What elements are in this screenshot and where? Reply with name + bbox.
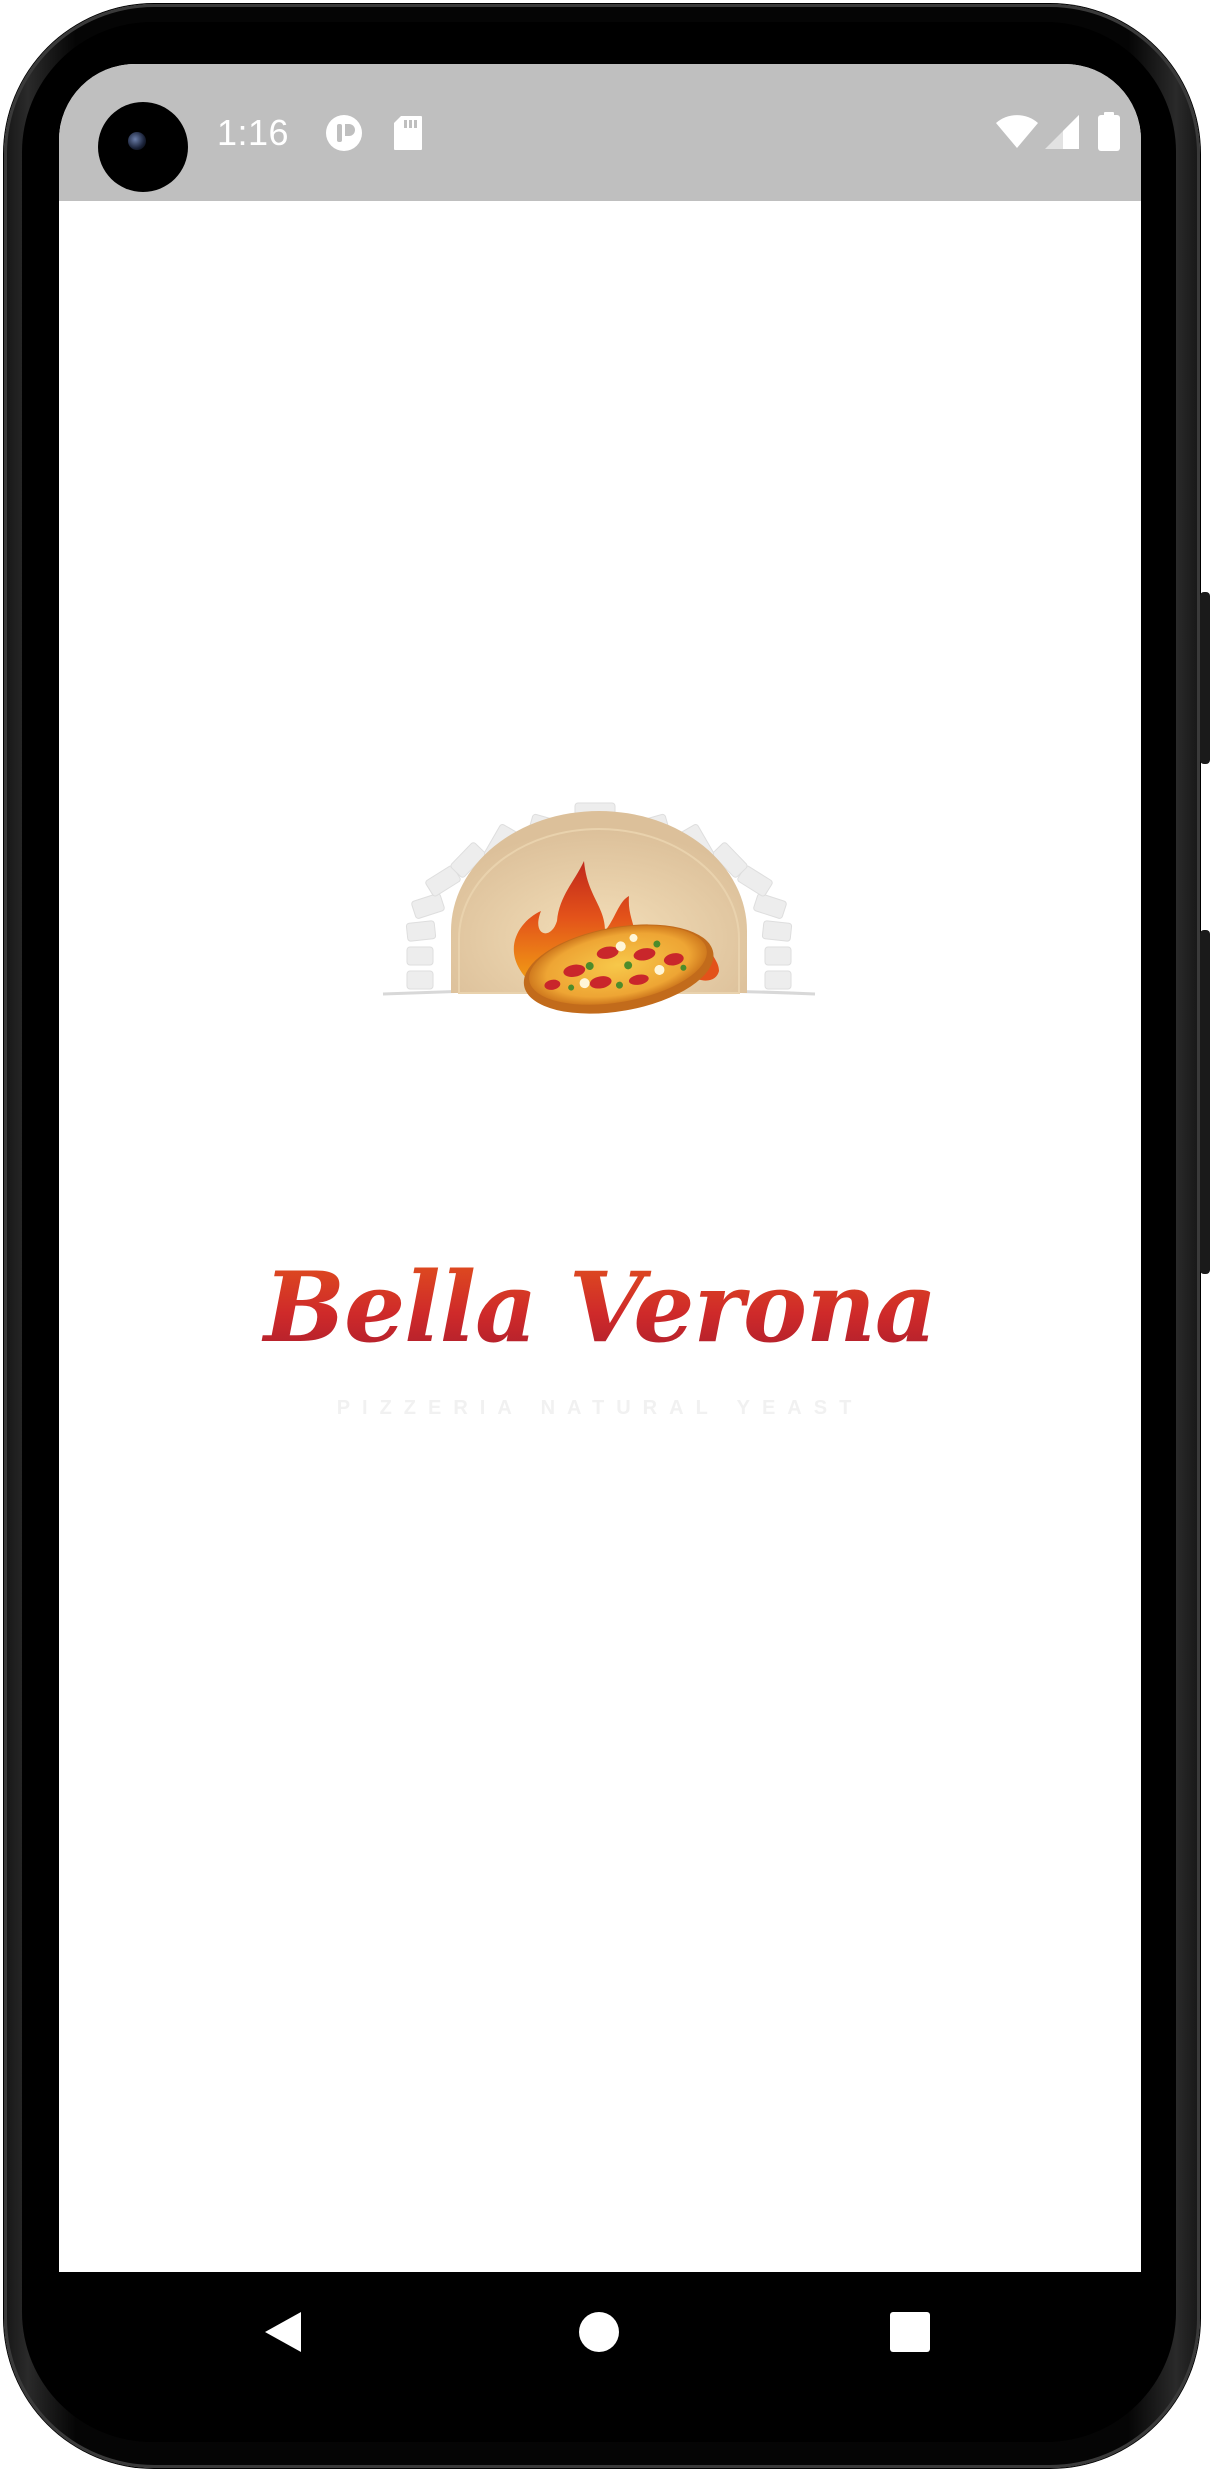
sd-card-icon xyxy=(393,115,423,156)
back-button[interactable] xyxy=(243,2294,323,2374)
front-camera xyxy=(98,102,188,192)
brand-tagline: PIZZERIA NATURAL YEAST xyxy=(336,1397,864,1419)
home-circle-icon xyxy=(578,2311,620,2358)
wifi-icon xyxy=(995,114,1039,155)
back-triangle-icon xyxy=(263,2310,303,2359)
cellular-signal-icon xyxy=(1043,114,1081,155)
brand-name: Bella Verona xyxy=(59,1251,1141,1364)
recents-square-icon xyxy=(889,2311,931,2358)
recents-button[interactable] xyxy=(870,2294,950,2374)
volume-button xyxy=(1200,930,1210,1274)
device-screenshot: 1:16 Bella Verona PIZZERIA NATURAL YEAST xyxy=(0,0,1211,2474)
notification-app-icon xyxy=(325,114,363,157)
home-button[interactable] xyxy=(559,2294,639,2374)
splash-screen: Bella Verona PIZZERIA NATURAL YEAST xyxy=(59,201,1141,2272)
battery-icon xyxy=(1097,112,1121,157)
status-time: 1:16 xyxy=(217,112,290,153)
brick-oven-pizza-logo xyxy=(379,801,819,1031)
power-button xyxy=(1200,592,1210,764)
navigation-bar xyxy=(22,2272,1176,2402)
status-bar: 1:16 xyxy=(59,64,1141,201)
phone-screen: 1:16 Bella Verona PIZZERIA NATURAL YEAST xyxy=(59,64,1141,2272)
